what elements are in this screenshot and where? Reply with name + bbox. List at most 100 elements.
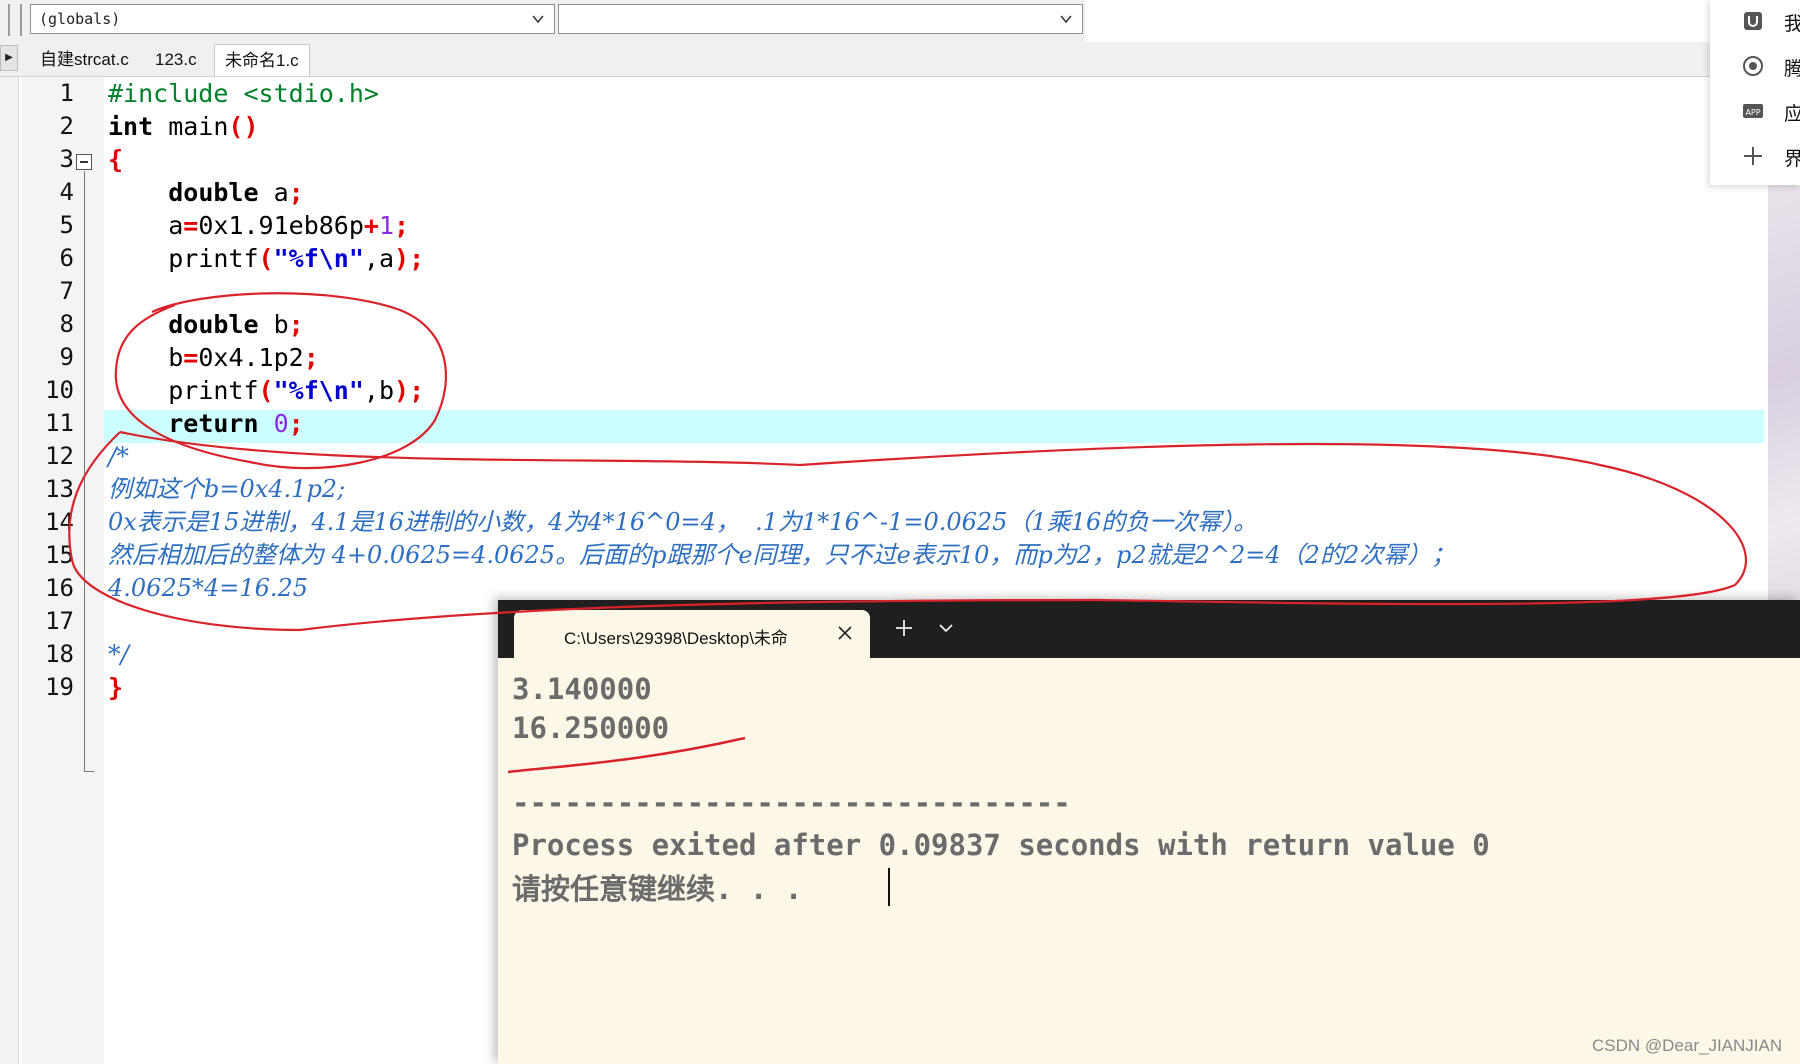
new-tab-plus-icon[interactable] <box>894 618 914 638</box>
function-name: printf <box>168 244 259 273</box>
svg-text:APP: APP <box>1745 108 1760 117</box>
gutter-strip <box>0 77 19 1064</box>
symbol: ; <box>288 409 304 438</box>
line-number: 5 <box>59 211 74 239</box>
side-panel-label: 我的 <box>1784 13 1800 35</box>
code-line-14: 0x表示是15进制，4.1是16进制的小数，4为4*16^0=4， .1为1*1… <box>108 508 1258 536</box>
line-number: 11 <box>45 409 74 437</box>
code-line-6: printf("%f\n",a); <box>108 242 424 275</box>
console-press-any-key: 请按任意键继续. . . <box>512 872 803 906</box>
watermark: CSDN @Dear_JIANJIAN <box>1592 1036 1783 1055</box>
line-number: 8 <box>59 310 74 338</box>
close-icon[interactable] <box>836 624 854 642</box>
code-line-3: { <box>108 143 123 176</box>
code-line-12: /* <box>108 442 129 471</box>
console-window[interactable]: C:\Users\29398\Desktop\未命 3.140000 16.25… <box>498 600 1800 1064</box>
toolbar-grip[interactable] <box>8 4 10 36</box>
code-line-15: 然后相加后的整体为 4+0.0625=4.0625。后面的p跟那个e同理，只不过… <box>108 541 1456 569</box>
code-line-19: } <box>108 671 123 704</box>
floating-side-panel: 我的 腾讯 APP 应用 界面 <box>1710 0 1800 185</box>
code-line-9: b=0x4.1p2; <box>108 341 319 374</box>
refresh-circle-icon <box>1743 56 1763 76</box>
identifier: ,a <box>363 244 395 273</box>
symbol: ; <box>303 343 319 372</box>
scope-combo-value: (globals) <box>39 10 121 28</box>
symbol: = <box>183 211 199 240</box>
number: 0 <box>258 409 289 438</box>
keyword: double <box>168 178 259 207</box>
line-number: 7 <box>59 277 74 305</box>
line-number: 12 <box>45 442 74 470</box>
desktop-wallpaper-strip <box>1768 185 1800 665</box>
line-number: 19 <box>45 673 74 701</box>
symbol: ; <box>288 310 304 339</box>
line-number: 1 <box>59 79 74 107</box>
line-number: 17 <box>45 607 74 635</box>
u-box-icon <box>1744 12 1762 30</box>
line-number: 10 <box>45 376 74 404</box>
file-tab-bar: ▶ 自建strcat.c 123.c 未命名1.c <box>0 42 1770 77</box>
line-number: 3 <box>59 145 74 173</box>
console-cursor <box>888 868 890 906</box>
console-output-line: 16.250000 <box>512 711 670 745</box>
tab-123[interactable]: 123.c <box>145 44 207 76</box>
side-panel-label: 界面 <box>1784 148 1800 170</box>
number: 1 <box>378 211 395 240</box>
console-separator: -------------------------------- <box>512 786 1071 820</box>
fold-collapse-icon[interactable] <box>76 154 92 170</box>
side-panel-label: 应用 <box>1784 103 1800 125</box>
line-number: 14 <box>45 508 74 536</box>
side-panel-item-tencent[interactable]: 腾讯 <box>1718 51 1800 81</box>
string-literal: "%f\n" <box>273 376 364 405</box>
tab-scroll-arrow-icon[interactable]: ▶ <box>0 45 18 71</box>
symbol: ; <box>394 211 410 240</box>
hex-float-literal: 0x4.1p2 <box>198 343 304 372</box>
console-tab-title: C:\Users\29398\Desktop\未命 <box>564 629 788 648</box>
line-number: 13 <box>45 475 74 503</box>
identifier: b <box>168 343 184 372</box>
side-panel-item-mine[interactable]: 我的 <box>1718 6 1800 36</box>
symbol: ; <box>288 178 304 207</box>
scope-combo[interactable]: (globals) <box>30 4 555 34</box>
symbol: ); <box>394 244 425 273</box>
tab-strcat[interactable]: 自建strcat.c <box>30 44 139 76</box>
symbol: ); <box>394 376 425 405</box>
member-combo[interactable] <box>558 4 1083 34</box>
symbol: = <box>183 343 199 372</box>
identifier: a <box>258 178 289 207</box>
line-number: 2 <box>59 112 74 140</box>
symbol: ( <box>258 376 274 405</box>
hex-float-literal: 0x1.91eb86p <box>198 211 364 240</box>
code-line-11: return 0; <box>108 407 304 440</box>
console-output-line: 3.140000 <box>512 672 652 706</box>
identifier: main <box>153 112 229 141</box>
side-panel-item-apps[interactable]: APP 应用 <box>1718 96 1800 126</box>
line-number: 16 <box>45 574 74 602</box>
tab-label: 123.c <box>155 50 197 69</box>
keyword: int <box>108 112 154 141</box>
code-line-5: a=0x1.91eb86p+1; <box>108 209 409 242</box>
tab-untitled1[interactable]: 未命名1.c <box>214 44 310 76</box>
code-line-1: #include <stdio.h> <box>108 77 379 110</box>
console-tab[interactable]: C:\Users\29398\Desktop\未命 <box>514 610 870 658</box>
tab-label: 自建strcat.c <box>40 50 129 69</box>
chevron-down-icon[interactable] <box>938 620 954 636</box>
console-exit-message: Process exited after 0.09837 seconds wit… <box>512 828 1490 862</box>
code-line-16: 4.0625*4=16.25 <box>108 574 309 602</box>
line-number: 4 <box>59 178 74 206</box>
code-line-18: */ <box>108 640 129 669</box>
identifier: ,b <box>363 376 395 405</box>
identifier: a <box>168 211 184 240</box>
code-line-8: double b; <box>108 308 304 341</box>
identifier: b <box>258 310 289 339</box>
code-line-4: double a; <box>108 176 304 209</box>
code-line-13: 例如这个b=0x4.1p2; <box>108 475 346 503</box>
current-line-highlight <box>104 410 1764 443</box>
line-number: 15 <box>45 541 74 569</box>
line-number: 9 <box>59 343 74 371</box>
class-browser-toolbar: (globals) <box>0 0 1085 43</box>
toolbar-grip[interactable] <box>20 4 22 36</box>
keyword: double <box>168 310 259 339</box>
fold-guide-end <box>84 771 94 772</box>
side-panel-item-interface[interactable]: 界面 <box>1718 141 1800 171</box>
